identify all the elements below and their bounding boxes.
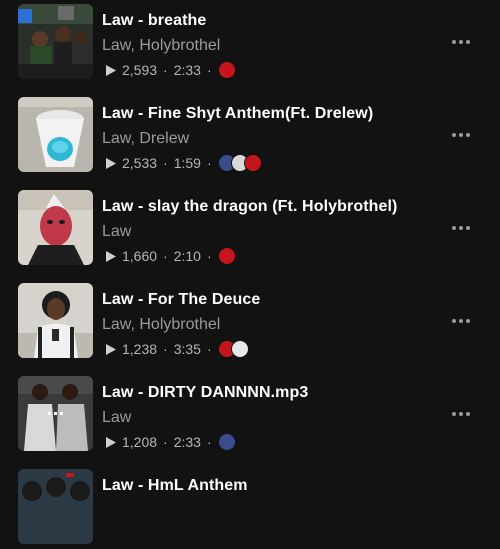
track-stats: 1,660 · 2:10 ·: [106, 247, 236, 265]
track-title[interactable]: Law - For The Deuce: [102, 291, 260, 309]
separator: ·: [163, 341, 168, 357]
track-artists[interactable]: Law: [102, 409, 131, 427]
avatar[interactable]: [243, 154, 262, 172]
more-options-icon[interactable]: [452, 131, 474, 139]
track-artwork[interactable]: [18, 283, 93, 358]
collaborator-avatars[interactable]: [217, 61, 236, 79]
separator: ·: [206, 434, 212, 450]
play-count: 1,238: [122, 341, 158, 357]
more-options-icon[interactable]: [452, 410, 474, 418]
avatar[interactable]: [217, 61, 236, 79]
avatar[interactable]: [217, 433, 236, 451]
separator: ·: [163, 62, 168, 78]
track-title[interactable]: Law - slay the dragon (Ft. Holybrothel): [102, 198, 397, 216]
track-title[interactable]: Law - Fine Shyt Anthem(Ft. Drelew): [102, 105, 373, 123]
track-artwork[interactable]: [18, 97, 93, 172]
more-options-icon[interactable]: [452, 224, 474, 232]
track-artists[interactable]: Law: [102, 223, 131, 241]
track-stats: 1,238 · 3:35 ·: [106, 340, 249, 358]
track-row[interactable]: Law - Fine Shyt Anthem(Ft. Drelew) Law, …: [0, 97, 500, 177]
separator: ·: [206, 341, 212, 357]
track-title[interactable]: Law - breathe: [102, 12, 206, 30]
track-title[interactable]: Law - DIRTY DANNNN.mp3: [102, 384, 308, 402]
separator: ·: [163, 248, 168, 264]
separator: ·: [163, 155, 168, 171]
collaborator-avatars[interactable]: [217, 247, 236, 265]
track-list: Law - breathe Law, Holybrothel 2,593 · 2…: [0, 0, 500, 544]
play-icon: [106, 250, 116, 262]
separator: ·: [206, 155, 212, 171]
track-row[interactable]: Law - DIRTY DANNNN.mp3 Law 1,208 · 2:33 …: [0, 376, 500, 456]
avatar[interactable]: [217, 247, 236, 265]
play-icon: [106, 343, 116, 355]
track-duration: 2:10: [173, 248, 201, 264]
track-artwork[interactable]: [18, 4, 93, 79]
track-row[interactable]: Law - HmL Anthem: [0, 469, 500, 549]
more-options-icon[interactable]: [452, 38, 474, 46]
track-artwork[interactable]: [18, 190, 93, 265]
track-artists[interactable]: Law, Holybrothel: [102, 316, 220, 334]
track-artwork[interactable]: [18, 469, 93, 544]
track-row[interactable]: Law - breathe Law, Holybrothel 2,593 · 2…: [0, 4, 500, 84]
play-count: 2,533: [122, 155, 158, 171]
play-count: 1,660: [122, 248, 158, 264]
separator: ·: [206, 62, 212, 78]
track-duration: 2:33: [173, 434, 201, 450]
track-stats: 2,533 · 1:59 ·: [106, 154, 262, 172]
separator: ·: [163, 434, 168, 450]
collaborator-avatars[interactable]: [217, 340, 249, 358]
track-artwork[interactable]: [18, 376, 93, 451]
avatar[interactable]: [230, 340, 249, 358]
track-artists[interactable]: Law, Drelew: [102, 130, 189, 148]
play-count: 2,593: [122, 62, 158, 78]
track-stats: 2,593 · 2:33 ·: [106, 61, 236, 79]
play-count: 1,208: [122, 434, 158, 450]
play-icon: [106, 157, 116, 169]
more-options-icon[interactable]: [452, 317, 474, 325]
track-artists[interactable]: Law, Holybrothel: [102, 37, 220, 55]
collaborator-avatars[interactable]: [217, 154, 262, 172]
track-stats: 1,208 · 2:33 ·: [106, 433, 236, 451]
collaborator-avatars[interactable]: [217, 433, 236, 451]
track-duration: 3:35: [173, 341, 201, 357]
track-duration: 2:33: [173, 62, 201, 78]
separator: ·: [206, 248, 212, 264]
track-row[interactable]: Law - slay the dragon (Ft. Holybrothel) …: [0, 190, 500, 270]
track-title[interactable]: Law - HmL Anthem: [102, 477, 248, 495]
track-row[interactable]: Law - For The Deuce Law, Holybrothel 1,2…: [0, 283, 500, 363]
play-icon: [106, 64, 116, 76]
play-icon: [106, 436, 116, 448]
track-duration: 1:59: [173, 155, 201, 171]
